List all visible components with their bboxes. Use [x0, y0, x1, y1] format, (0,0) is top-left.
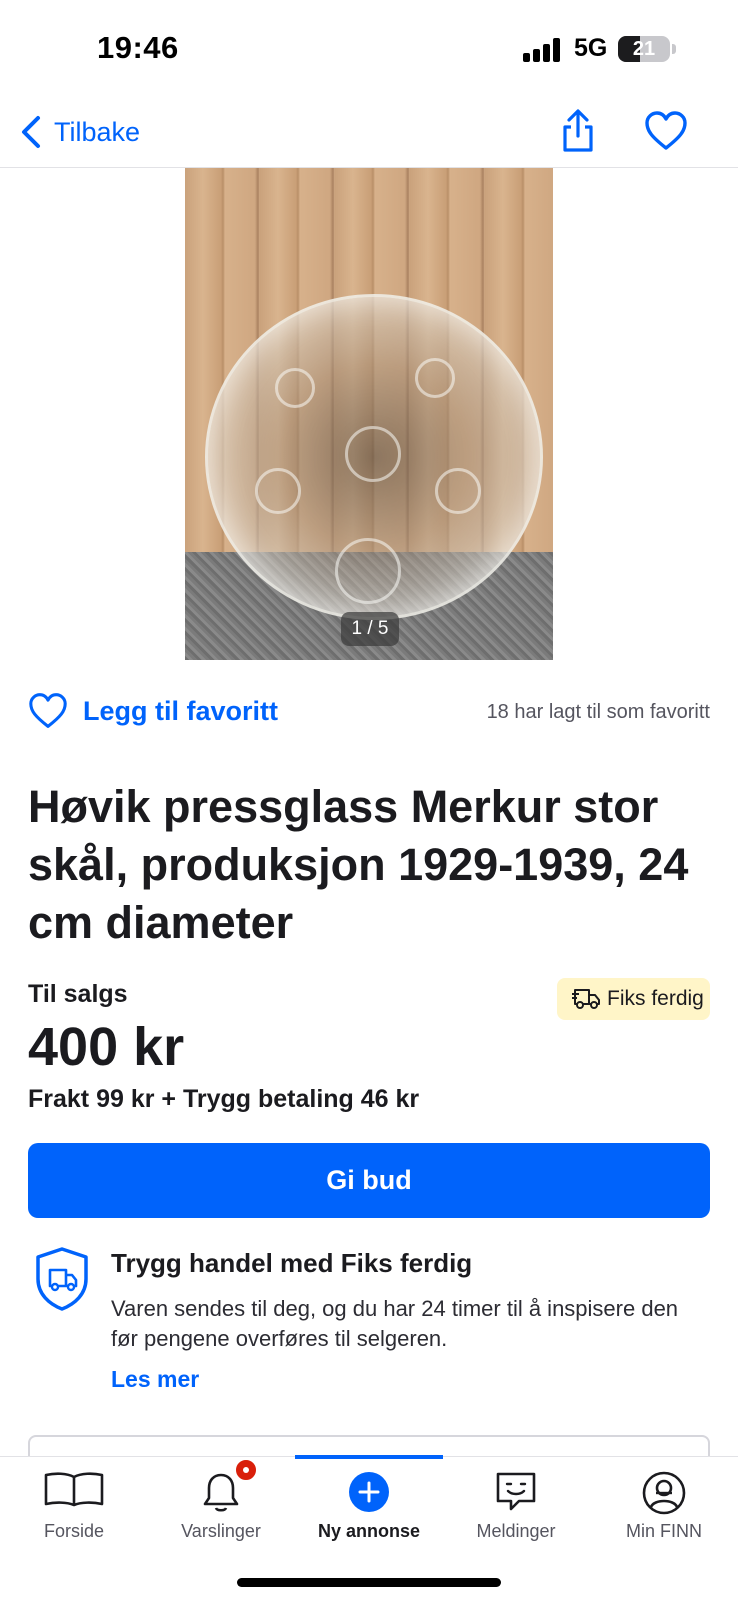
- notification-badge: [233, 1457, 259, 1483]
- tab-forside[interactable]: Forside: [0, 1457, 148, 1557]
- tab-label: Varslinger: [181, 1521, 261, 1541]
- safe-trade-text: Varen sendes til deg, og du har 24 timer…: [111, 1296, 679, 1351]
- heart-icon: [645, 111, 687, 150]
- image-counter: 1 / 5: [341, 612, 399, 646]
- status-time: 19:46: [97, 30, 179, 65]
- tab-meldinger[interactable]: Meldinger: [442, 1457, 590, 1557]
- add-favorite-link[interactable]: Legg til favoritt: [83, 696, 278, 727]
- chat-icon: [496, 1472, 536, 1511]
- battery-icon: 21: [618, 36, 670, 62]
- battery-cap: [672, 44, 676, 54]
- plus-circle-icon: [349, 1472, 389, 1512]
- battery-level: 21: [632, 38, 656, 60]
- nav-header: Tilbake: [0, 100, 738, 168]
- home-indicator[interactable]: [237, 1578, 501, 1587]
- price: 400 kr: [28, 1017, 185, 1077]
- favorite-heart-button[interactable]: [28, 692, 68, 730]
- book-icon: [44, 1472, 104, 1507]
- tab-min-finn[interactable]: Min FINN: [590, 1457, 738, 1557]
- shield-truck-icon: [36, 1247, 88, 1311]
- photo-swirl: [435, 468, 481, 514]
- signal-icon: [523, 38, 561, 62]
- user-circle-icon: [642, 1471, 686, 1515]
- share-icon: [563, 109, 593, 152]
- listing-title: Høvik pressglass Merkur stor skål, produ…: [28, 781, 689, 948]
- share-button[interactable]: [558, 108, 598, 154]
- sale-label: Til salgs: [28, 980, 128, 1008]
- tab-ny-annonse[interactable]: Ny annonse: [295, 1457, 443, 1557]
- read-more-link[interactable]: Les mer: [111, 1366, 199, 1393]
- safe-trade-title: Trygg handel med Fiks ferdig: [111, 1248, 473, 1278]
- status-bar: 19:46 5G 21: [0, 0, 738, 100]
- favorite-row: Legg til favoritt 18 har lagt til som fa…: [28, 690, 710, 734]
- tab-label: Meldinger: [476, 1521, 556, 1541]
- tab-label: Min FINN: [626, 1521, 702, 1541]
- tab-varslinger[interactable]: Varslinger: [147, 1457, 295, 1557]
- tab-label: Ny annonse: [317, 1521, 421, 1541]
- photo-swirl: [275, 368, 315, 408]
- photo-swirl: [255, 468, 301, 514]
- back-button[interactable]: Tilbake: [20, 110, 140, 154]
- heart-icon: [29, 693, 67, 728]
- badge-label: Fiks ferdig: [607, 987, 704, 1010]
- network-type: 5G: [574, 34, 608, 62]
- back-label: Tilbake: [54, 116, 141, 147]
- product-image[interactable]: [185, 168, 553, 660]
- truck-icon: [572, 989, 600, 1009]
- fiks-ferdig-badge: Fiks ferdig: [557, 978, 710, 1020]
- make-offer-button[interactable]: Gi bud: [28, 1143, 710, 1218]
- tab-label: Forside: [43, 1521, 105, 1541]
- favorite-top-button[interactable]: [644, 110, 688, 152]
- shipping-info: Frakt 99 kr + Trygg betaling 46 kr: [28, 1085, 420, 1113]
- photo-swirl: [335, 538, 401, 604]
- photo-swirl: [415, 358, 455, 398]
- chevron-left-icon: [22, 116, 40, 148]
- favorite-count: 18 har lagt til som favoritt: [486, 701, 710, 723]
- photo-swirl: [345, 426, 401, 482]
